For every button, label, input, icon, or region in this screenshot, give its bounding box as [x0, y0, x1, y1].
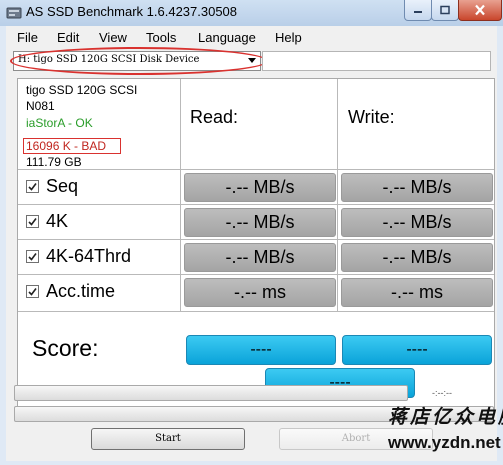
4k64-write-result: -.-- MB/s — [341, 243, 493, 272]
score-read: ---- — [186, 335, 336, 365]
4k-checkbox[interactable] — [26, 215, 39, 228]
4k-write-result: -.-- MB/s — [341, 208, 493, 237]
4k64-read-result: -.-- MB/s — [184, 243, 336, 272]
drive-capacity: 111.79 GB — [26, 155, 82, 169]
menu-bar: File Edit View Tools Language Help — [6, 26, 497, 48]
menu-language[interactable]: Language — [198, 30, 256, 45]
window-title: AS SSD Benchmark 1.6.4237.30508 — [26, 4, 238, 19]
row-divider — [18, 311, 494, 312]
maximize-icon — [440, 5, 450, 15]
menu-file[interactable]: File — [17, 30, 38, 45]
write-header: Write: — [348, 107, 395, 127]
driver-status: iaStorA - OK — [26, 116, 93, 130]
score-label: Score: — [32, 335, 99, 361]
row-divider — [18, 274, 494, 275]
column-divider — [180, 79, 181, 311]
checkmark-icon — [28, 218, 37, 226]
client-area: File Edit View Tools Language Help H: ti… — [6, 26, 497, 461]
column-divider — [337, 79, 338, 311]
minimize-icon — [414, 11, 422, 13]
maximize-button[interactable] — [431, 0, 459, 21]
menu-help[interactable]: Help — [275, 30, 302, 45]
status-field — [262, 51, 491, 71]
as-ssd-app-icon — [6, 7, 22, 19]
seq-checkbox[interactable] — [26, 180, 39, 193]
checkmark-icon — [28, 183, 37, 191]
seq-write-result: -.-- MB/s — [341, 173, 493, 202]
watermark-url: www.yzdn.net — [388, 433, 501, 452]
close-icon — [475, 4, 485, 16]
alignment-highlight-box — [23, 138, 121, 154]
acctime-checkbox[interactable] — [26, 285, 39, 298]
4k64-checkbox[interactable] — [26, 250, 39, 263]
menu-edit[interactable]: Edit — [57, 30, 79, 45]
minimize-button[interactable] — [404, 0, 432, 21]
elapsed-time: -:--:-- — [432, 388, 452, 398]
acctime-read-result: -.-- ms — [184, 278, 336, 307]
highlight-oval — [10, 47, 268, 75]
read-header: Read: — [190, 107, 239, 127]
row-divider — [18, 204, 494, 205]
start-button[interactable]: Start — [91, 428, 245, 450]
watermark: 蒋店亿众电脑 www.yzdn.net — [388, 402, 503, 453]
seq-read-result: -.-- MB/s — [184, 173, 336, 202]
drive-firmware: N081 — [26, 99, 55, 113]
watermark-chinese: 蒋店亿众电脑 — [388, 406, 503, 428]
close-button[interactable] — [458, 0, 502, 21]
title-bar[interactable]: AS SSD Benchmark 1.6.4237.30508 — [0, 0, 503, 26]
checkmark-icon — [28, 288, 37, 296]
benchmark-panel: tigo SSD 120G SCSI N081 iaStorA - OK 160… — [17, 78, 495, 410]
drive-model: tigo SSD 120G SCSI — [26, 83, 138, 97]
acctime-label: Acc.time — [46, 281, 116, 301]
4k-label: 4K — [46, 211, 69, 231]
progress-bar-test — [14, 385, 408, 401]
acctime-write-result: -.-- ms — [341, 278, 493, 307]
app-window: AS SSD Benchmark 1.6.4237.30508 File Edi… — [0, 0, 503, 465]
row-divider — [18, 169, 494, 170]
menu-tools[interactable]: Tools — [146, 30, 176, 45]
score-write: ---- — [342, 335, 492, 365]
checkmark-icon — [28, 253, 37, 261]
4k-read-result: -.-- MB/s — [184, 208, 336, 237]
row-divider — [18, 239, 494, 240]
seq-label: Seq — [46, 176, 79, 196]
4k64-label: 4K-64Thrd — [46, 246, 132, 266]
menu-view[interactable]: View — [99, 30, 127, 45]
